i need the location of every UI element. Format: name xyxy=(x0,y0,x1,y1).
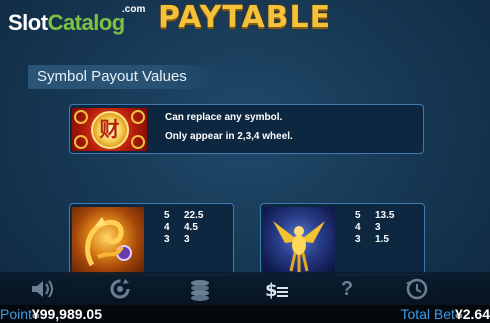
payout-count: 3 xyxy=(355,234,361,245)
logo-slot-text: Slot xyxy=(8,10,48,35)
coin-stack-icon[interactable] xyxy=(186,275,216,303)
page-title: PAYTABLE xyxy=(158,0,332,35)
section-heading: Symbol Payout Values xyxy=(28,65,218,89)
phoenix-icon xyxy=(273,221,325,273)
payout-row: 5 13.5 xyxy=(355,210,394,222)
autoplay-icon[interactable] xyxy=(105,275,135,303)
payout-value: 3 xyxy=(184,234,190,245)
payout-row: 5 22.5 xyxy=(164,210,203,222)
total-bet: Total Bet¥2.64 xyxy=(400,305,490,323)
total-bet-label: Total Bet xyxy=(400,306,455,322)
payout-value: 22.5 xyxy=(184,210,204,221)
dragon-icon xyxy=(85,217,132,267)
phoenix-payout-table: 5 13.5 4 3 3 1.5 xyxy=(355,210,394,246)
dollar-list-icon[interactable]: $ xyxy=(262,275,292,303)
point-balance: Point¥99,989.05 xyxy=(0,305,102,323)
payout-value: 13.5 xyxy=(375,210,395,221)
point-label: Point xyxy=(0,306,32,322)
payout-value: 3 xyxy=(375,222,381,233)
wild-description-line-2: Only appear in 2,3,4 wheel. xyxy=(165,131,293,142)
total-bet-value: ¥2.64 xyxy=(454,306,490,322)
payout-row: 4 3 xyxy=(355,222,394,234)
svg-text:$: $ xyxy=(265,280,278,301)
payout-value: 4.5 xyxy=(184,222,198,233)
dragon-payout-table: 5 22.5 4 4.5 3 3 xyxy=(164,210,203,246)
golden-dragon-symbol-icon xyxy=(72,207,144,275)
fortune-wild-symbol-icon: 财 xyxy=(72,108,147,151)
payout-value: 1.5 xyxy=(375,234,389,245)
history-icon[interactable] xyxy=(402,275,432,303)
point-value: ¥99,989.05 xyxy=(31,306,102,322)
golden-phoenix-symbol-icon xyxy=(263,207,335,275)
payout-count: 5 xyxy=(355,210,361,221)
payout-row: 4 4.5 xyxy=(164,222,203,234)
question-icon[interactable]: ? xyxy=(332,275,362,303)
payout-count: 5 xyxy=(164,210,170,221)
payout-row: 3 3 xyxy=(164,234,203,246)
fortune-glyph: 财 xyxy=(99,117,120,141)
logo-com-text: .com xyxy=(122,4,146,15)
payout-row: 3 1.5 xyxy=(355,234,394,246)
wild-description-line-1: Can replace any symbol. xyxy=(165,112,283,123)
payout-count: 4 xyxy=(355,222,361,233)
logo-catalog-text: Catalog xyxy=(47,10,126,35)
payout-count: 3 xyxy=(164,234,170,245)
slotcatalog-logo: SlotCatalog .com xyxy=(8,4,145,38)
payout-count: 4 xyxy=(164,222,170,233)
speaker-icon[interactable] xyxy=(27,275,57,303)
